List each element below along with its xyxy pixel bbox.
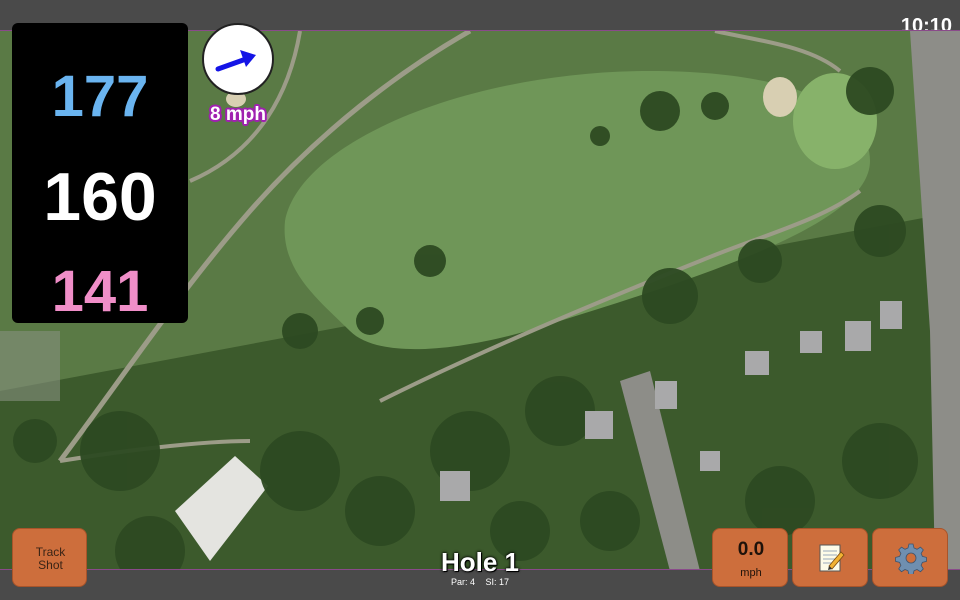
hole-title: Hole 1 [440, 547, 520, 577]
speed-unit: mph [740, 567, 762, 579]
front-distance: 141 [51, 259, 149, 324]
back-distance: 177 [51, 64, 149, 129]
speed-button[interactable]: 0.0 mph [712, 528, 788, 587]
speed-value: 0.0 [737, 539, 765, 560]
stroke-index-label: SI: 17 [485, 577, 510, 587]
wind-direction-arrow-icon [215, 50, 256, 72]
wind-speed: 8 mph [210, 104, 266, 125]
middle-distance: 160 [43, 159, 157, 235]
hole-info: Par: 4 SI: 17 [400, 577, 560, 587]
settings-button[interactable] [872, 528, 948, 587]
notepad-pencil-icon [819, 544, 845, 572]
track-shot-button[interactable]: Track Shot [12, 528, 87, 587]
notes-button[interactable] [792, 528, 868, 587]
par-label: Par: 4 [450, 577, 475, 587]
track-shot-label: Track Shot [35, 545, 66, 572]
gear-icon [895, 543, 927, 574]
wind-indicator [202, 23, 274, 95]
distance-panel: 177 160 141 [12, 23, 188, 324]
